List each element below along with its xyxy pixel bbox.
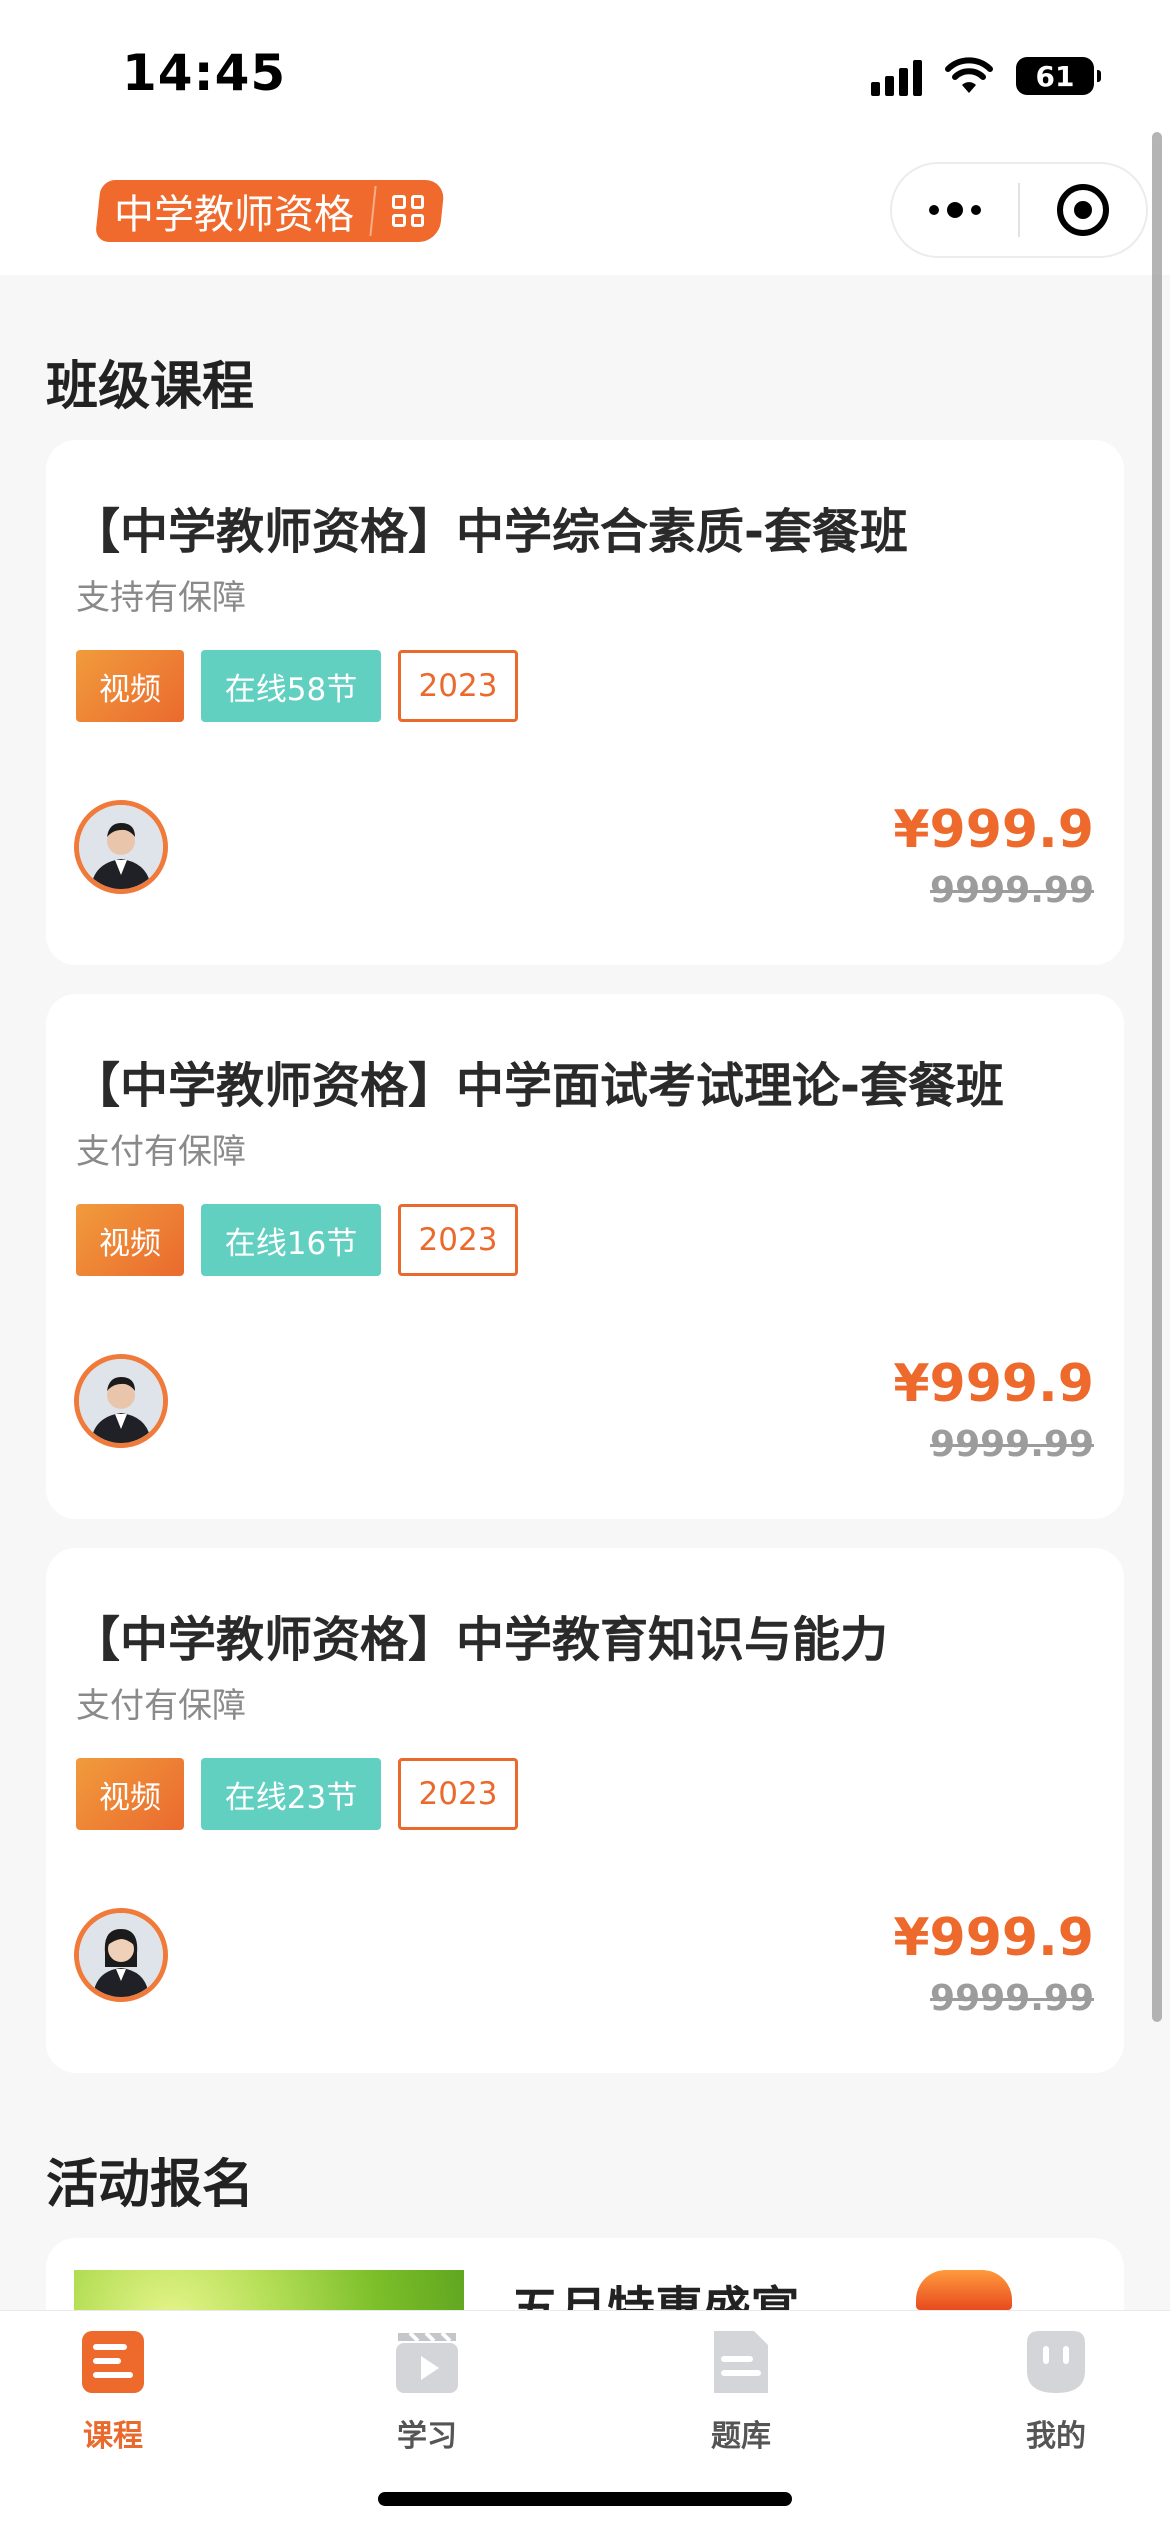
home-indicator — [378, 2492, 792, 2506]
course-subtitle: 支付有保障 — [76, 1686, 246, 1726]
brand-divider — [369, 186, 377, 236]
tag-year: 2023 — [398, 1204, 518, 1276]
close-target-icon — [1057, 184, 1109, 236]
course-card[interactable]: 【中学教师资格】中学教育知识与能力 支付有保障 视频 在线23节 2023 ¥9… — [46, 1548, 1124, 2073]
tab-course[interactable]: 课程 — [33, 2327, 193, 2455]
close-button[interactable] — [1020, 164, 1146, 256]
tab-study[interactable]: 学习 — [347, 2327, 507, 2455]
male-teacher-avatar — [74, 1354, 168, 1448]
capsule-menu — [890, 162, 1148, 258]
course-title: 【中学教师资格】中学综合素质-套餐班 — [72, 504, 908, 560]
status-time: 14:45 — [122, 44, 287, 102]
more-dots-icon — [929, 202, 981, 218]
tag-video: 视频 — [76, 1204, 184, 1276]
status-icons: 61 — [871, 54, 1101, 98]
course-price: ¥999.9 — [893, 1354, 1094, 1414]
video-play-icon — [396, 2331, 458, 2393]
course-price: ¥999.9 — [893, 1908, 1094, 1968]
tag-online-count: 在线58节 — [201, 650, 381, 722]
battery-icon: 61 — [1016, 57, 1101, 95]
tag-year: 2023 — [398, 1758, 518, 1830]
tag-year: 2023 — [398, 650, 518, 722]
tab-label: 我的 — [1026, 2419, 1086, 2454]
male-teacher-avatar — [74, 800, 168, 894]
tab-question-bank[interactable]: 题库 — [661, 2327, 821, 2455]
tag-online-count: 在线16节 — [201, 1204, 381, 1276]
course-original-price: 9999.99 — [930, 1424, 1094, 1465]
tab-label: 课程 — [83, 2419, 143, 2454]
hot-badge-icon — [916, 2270, 1012, 2310]
mini-program-header: 中学教师资格 — [0, 150, 1170, 275]
wifi-icon — [945, 57, 993, 93]
course-card[interactable]: 【中学教师资格】中学综合素质-套餐班 支持有保障 视频 在线58节 2023 ¥… — [46, 440, 1124, 965]
course-subtitle: 支付有保障 — [76, 1132, 246, 1172]
course-icon — [82, 2331, 144, 2393]
more-button[interactable] — [892, 164, 1018, 256]
course-tags: 视频 在线16节 2023 — [76, 1204, 518, 1276]
tag-video: 视频 — [76, 1758, 184, 1830]
tag-video: 视频 — [76, 650, 184, 722]
profile-icon — [1027, 2331, 1085, 2393]
course-card[interactable]: 【中学教师资格】中学面试考试理论-套餐班 支付有保障 视频 在线16节 2023… — [46, 994, 1124, 1519]
tab-label: 学习 — [397, 2419, 457, 2454]
document-icon — [714, 2331, 768, 2393]
brand-title: 中学教师资格 — [114, 192, 354, 238]
female-teacher-avatar — [74, 1908, 168, 2002]
tab-mine[interactable]: 我的 — [976, 2327, 1136, 2455]
course-title: 【中学教师资格】中学面试考试理论-套餐班 — [72, 1058, 1004, 1114]
section-title-activity: 活动报名 — [46, 2155, 255, 2215]
course-tags: 视频 在线23节 2023 — [76, 1758, 518, 1830]
battery-level: 61 — [1035, 59, 1075, 93]
course-original-price: 9999.99 — [930, 870, 1094, 911]
status-bar: 14:45 61 — [0, 0, 1170, 150]
course-title: 【中学教师资格】中学教育知识与能力 — [72, 1612, 889, 1668]
tab-label: 题库 — [711, 2419, 771, 2454]
course-price: ¥999.9 — [893, 800, 1094, 860]
brand-switcher[interactable]: 中学教师资格 — [94, 180, 446, 242]
section-title-courses: 班级课程 — [46, 357, 255, 417]
scrollbar[interactable] — [1152, 132, 1162, 2022]
course-subtitle: 支持有保障 — [76, 578, 246, 618]
tag-online-count: 在线23节 — [201, 1758, 381, 1830]
signal-icon — [871, 56, 922, 96]
course-tags: 视频 在线58节 2023 — [76, 650, 518, 722]
course-original-price: 9999.99 — [930, 1978, 1094, 2019]
grid-icon — [392, 195, 424, 227]
